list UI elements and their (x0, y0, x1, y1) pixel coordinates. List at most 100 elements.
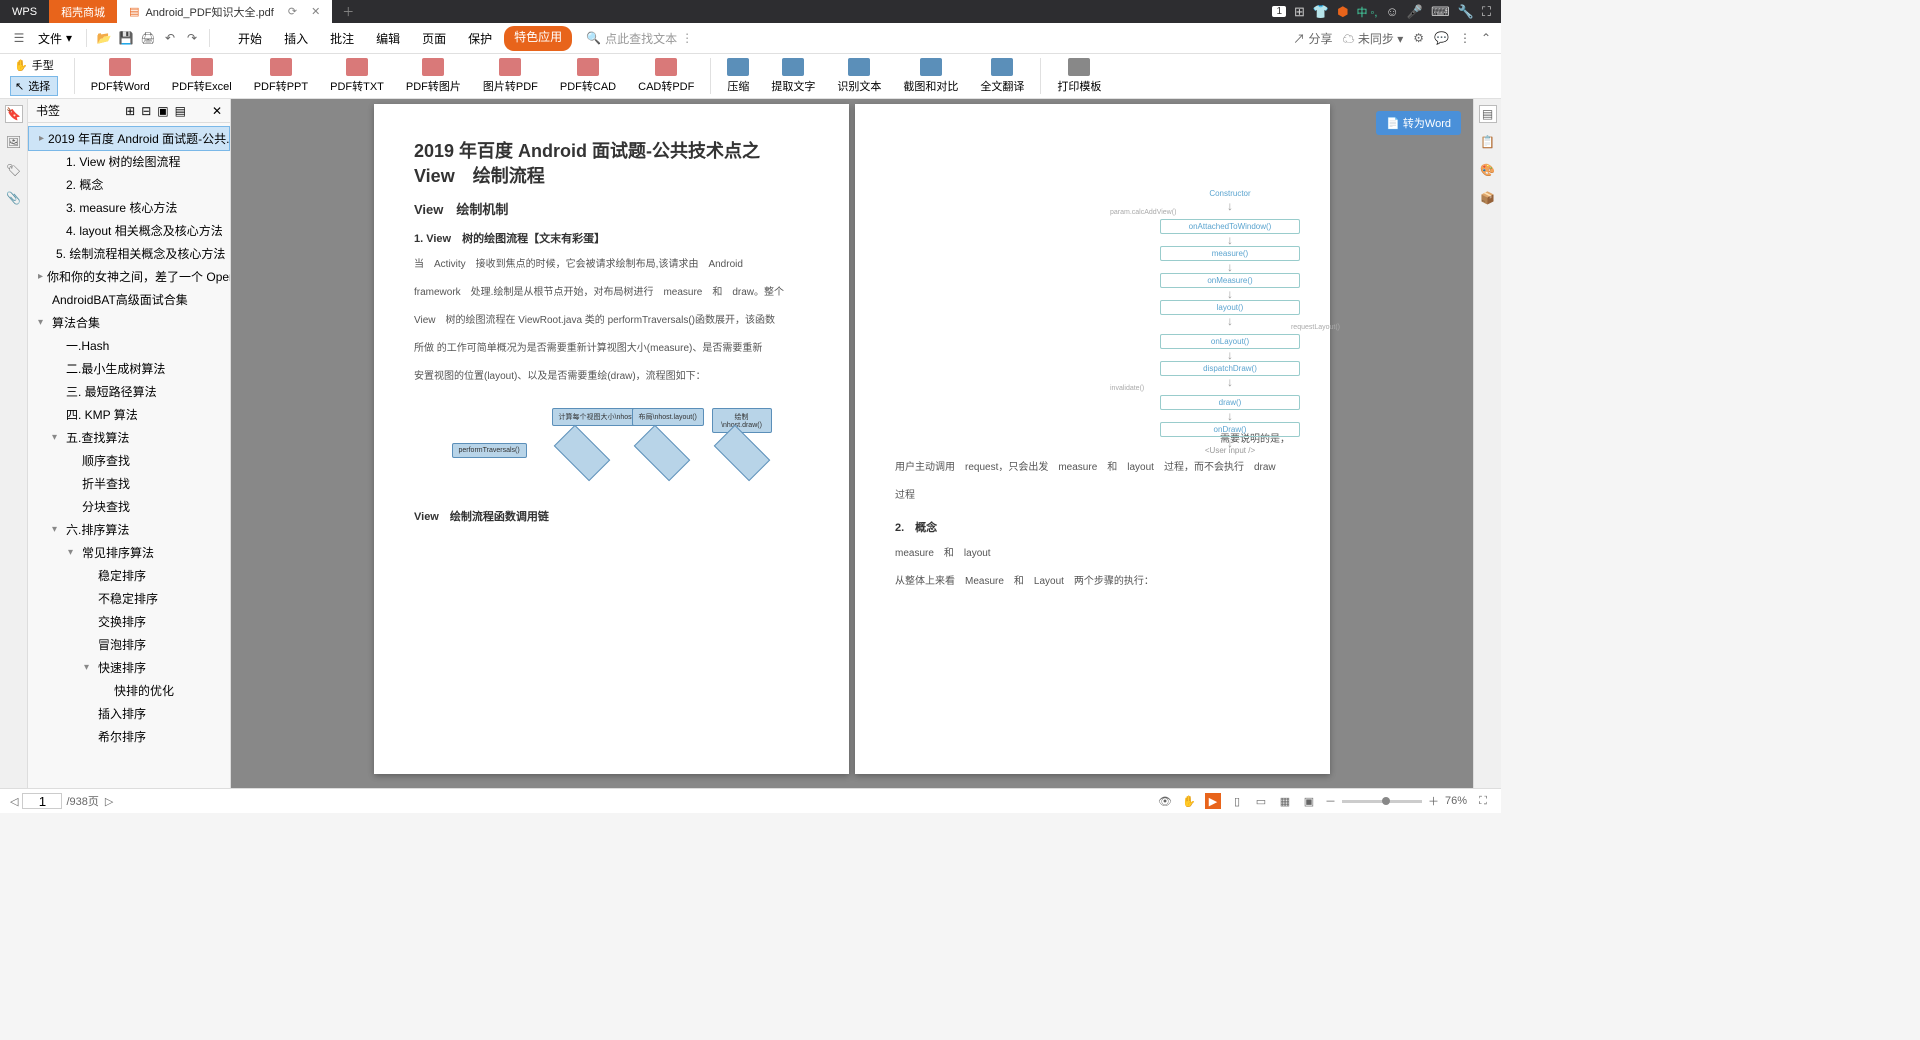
bookmark-item[interactable]: ▸你和你的女神之间，差了一个 Open... (28, 265, 230, 288)
bookmark-item[interactable]: 四. KMP 算法 (28, 403, 230, 426)
bookmark-item[interactable]: ▸2019 年百度 Android 面试题-公共... (28, 126, 230, 151)
sb-hand-icon[interactable]: ✋ (1181, 793, 1197, 809)
undo-icon[interactable]: ↶ (161, 29, 179, 47)
bookmark-item[interactable]: ▾算法合集 (28, 311, 230, 334)
image-icon[interactable]: 🖼 (5, 133, 23, 151)
palette-icon[interactable]: 🎨 (1479, 161, 1497, 179)
tool-pdf2word[interactable]: PDF转Word (81, 56, 160, 96)
menu-tab-edit[interactable]: 编辑 (366, 26, 410, 51)
tool-img2pdf[interactable]: 图片转PDF (473, 56, 548, 96)
menu-tab-insert[interactable]: 插入 (274, 26, 318, 51)
page-input[interactable] (22, 793, 62, 809)
bookmark-item[interactable]: 稳定排序 (28, 564, 230, 587)
tool-pdf2excel[interactable]: PDF转Excel (162, 56, 242, 96)
sb-layout1-icon[interactable]: ▯ (1229, 793, 1245, 809)
zoom-slider[interactable] (1342, 800, 1422, 803)
save-icon[interactable]: 💾 (117, 29, 135, 47)
tool-cad2pdf[interactable]: CAD转PDF (628, 56, 704, 96)
bookmark-item[interactable]: ▾常见排序算法 (28, 541, 230, 564)
bm-expand-icon[interactable]: ⊞ (125, 104, 135, 118)
prev-page-icon[interactable]: ◁ (10, 795, 18, 808)
bookmark-item[interactable]: 2. 概念 (28, 173, 230, 196)
tool-print-template[interactable]: 打印模板 (1047, 56, 1111, 96)
document-area[interactable]: 📄 转为Word 2019 年百度 Android 面试题-公共技术点之 Vie… (231, 99, 1473, 788)
bookmark-item[interactable]: 希尔排序 (28, 725, 230, 748)
tool-icon[interactable]: 🔧 (1458, 4, 1474, 20)
bookmark-item[interactable]: 4. layout 相关概念及核心方法 (28, 219, 230, 242)
emoji-icon[interactable]: ☺ (1385, 4, 1398, 19)
form-icon[interactable]: 📋 (1479, 133, 1497, 151)
sb-layout2-icon[interactable]: ▭ (1253, 793, 1269, 809)
tool-ocr[interactable]: 识别文本 (827, 56, 891, 96)
bookmark-item[interactable]: AndroidBAT高级面试合集 (28, 288, 230, 311)
file-menu[interactable]: 文件 ▾ (32, 30, 78, 47)
sogou-icon[interactable]: ⬢ (1337, 4, 1348, 20)
print-icon[interactable]: 🖨 (139, 29, 157, 47)
collapse-icon[interactable]: ⌃ (1481, 31, 1491, 45)
bm-add-icon[interactable]: ▣ (157, 104, 168, 118)
bookmark-item[interactable]: 分块查找 (28, 495, 230, 518)
tool-pdf2img[interactable]: PDF转图片 (396, 56, 471, 96)
menu-tab-annotate[interactable]: 批注 (320, 26, 364, 51)
sb-play-icon[interactable]: ▶ (1205, 793, 1221, 809)
zoom-in-icon[interactable]: ＋ (1428, 793, 1439, 809)
bookmark-item[interactable]: 不稳定排序 (28, 587, 230, 610)
bookmark-item[interactable]: 5. 绘制流程相关概念及核心方法 (28, 242, 230, 265)
box-icon[interactable]: 📦 (1479, 189, 1497, 207)
convert-word-button[interactable]: 📄 转为Word (1376, 111, 1461, 135)
mode-hand[interactable]: ✋ 手型 (10, 56, 58, 74)
zoom-out-icon[interactable]: － (1325, 793, 1336, 809)
mode-select[interactable]: ↖ 选择 (10, 76, 58, 96)
menu-icon[interactable]: ☰ (10, 29, 28, 47)
bookmark-item[interactable]: 插入排序 (28, 702, 230, 725)
redo-icon[interactable]: ↷ (183, 29, 201, 47)
menu-tab-special[interactable]: 特色应用 (504, 26, 572, 51)
tool-pdf2ppt[interactable]: PDF转PPT (244, 56, 318, 96)
tool-extract[interactable]: 提取文字 (761, 56, 825, 96)
bookmark-item[interactable]: 一.Hash (28, 334, 230, 357)
tab-store[interactable]: 稻壳商城 (49, 0, 117, 23)
tab-close-icon[interactable]: ✕ (311, 5, 320, 18)
bm-close-icon[interactable]: ✕ (212, 104, 222, 118)
tool-pdf2txt[interactable]: PDF转TXT (320, 56, 394, 96)
tool-pdf2cad[interactable]: PDF转CAD (550, 56, 626, 96)
grid-icon[interactable]: ⊞ (1294, 4, 1305, 20)
bookmark-item[interactable]: ▾六.排序算法 (28, 518, 230, 541)
bookmark-item[interactable]: 二.最小生成树算法 (28, 357, 230, 380)
next-page-icon[interactable]: ▷ (105, 795, 113, 808)
menu-tab-start[interactable]: 开始 (228, 26, 272, 51)
attachment-icon[interactable]: 📎 (5, 189, 23, 207)
fullscreen-icon[interactable]: ⛶ (1475, 793, 1491, 809)
tab-wps[interactable]: WPS (0, 0, 49, 23)
expand-icon[interactable]: ⛶ (1482, 4, 1491, 20)
sb-layout4-icon[interactable]: ▣ (1301, 793, 1317, 809)
share-button[interactable]: ↗ 分享 (1293, 30, 1332, 47)
menu-tab-protect[interactable]: 保护 (458, 26, 502, 51)
tool-translate[interactable]: 全文翻译 (970, 56, 1034, 96)
tool-compare[interactable]: 截图和对比 (893, 56, 968, 96)
new-tab-button[interactable]: ＋ (332, 3, 364, 20)
bm-collapse-icon[interactable]: ⊟ (141, 104, 151, 118)
sync-button[interactable]: ☁ 未同步 ▾ (1343, 30, 1404, 47)
bookmark-item[interactable]: 折半查找 (28, 472, 230, 495)
gear-icon[interactable]: ⚙ (1413, 31, 1424, 45)
bookmark-icon[interactable]: 🔖 (5, 105, 23, 123)
bookmark-item[interactable]: 冒泡排序 (28, 633, 230, 656)
sb-read-icon[interactable]: 👁 (1157, 793, 1173, 809)
tab-document[interactable]: ▤ Android_PDF知识大全.pdf ⟳ ✕ (117, 0, 332, 23)
skin-icon[interactable]: 👕 (1313, 4, 1329, 20)
open-icon[interactable]: 📂 (95, 29, 113, 47)
search-box[interactable]: 🔍 点此查找文本 ⋮ (586, 30, 693, 47)
bookmark-item[interactable]: 3. measure 核心方法 (28, 196, 230, 219)
bookmark-item[interactable]: 顺序查找 (28, 449, 230, 472)
bookmark-item[interactable]: 三. 最短路径算法 (28, 380, 230, 403)
badge[interactable]: 1 (1272, 6, 1286, 17)
more-icon[interactable]: ⋮ (1459, 31, 1471, 45)
keyboard-icon[interactable]: ⌨ (1431, 4, 1450, 20)
outline-icon[interactable]: ▤ (1479, 105, 1497, 123)
tab-restore-icon[interactable]: ⟳ (288, 5, 297, 18)
tag-icon[interactable]: 🏷 (5, 161, 23, 179)
bookmark-item[interactable]: ▾五.查找算法 (28, 426, 230, 449)
bookmark-item[interactable]: ▾快速排序 (28, 656, 230, 679)
bookmark-item[interactable]: 快排的优化 (28, 679, 230, 702)
